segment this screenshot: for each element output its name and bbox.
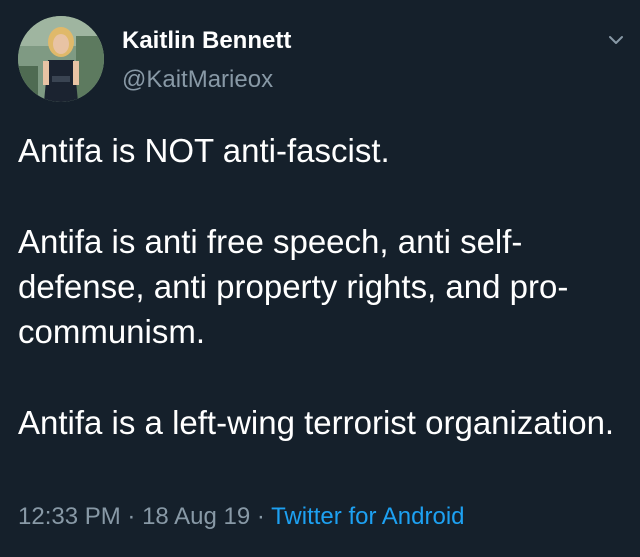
tweet-meta: 12:33 PM · 18 Aug 19 · Twitter for Andro… [18,503,465,531]
avatar[interactable] [18,16,104,102]
tweet-date[interactable]: 18 Aug 19 [142,503,250,530]
tweet-time[interactable]: 12:33 PM [18,503,121,530]
meta-separator: · [127,503,136,530]
tweet-text: Antifa is NOT anti-fascist. Antifa is an… [18,128,626,445]
chevron-down-icon[interactable] [604,30,628,50]
tweet-paragraph: Antifa is anti free speech, anti self-de… [18,223,569,350]
user-handle[interactable]: @KaitMarieox [122,66,273,94]
tweet-source-link[interactable]: Twitter for Android [271,503,464,530]
meta-separator: · [256,503,265,530]
tweet-card: Kaitlin Bennett @KaitMarieox Antifa is N… [0,0,640,557]
avatar-image [18,16,104,102]
tweet-paragraph: Antifa is a left-wing terrorist organiza… [18,404,615,441]
display-name[interactable]: Kaitlin Bennett [122,27,291,55]
tweet-paragraph: Antifa is NOT anti-fascist. [18,132,390,169]
